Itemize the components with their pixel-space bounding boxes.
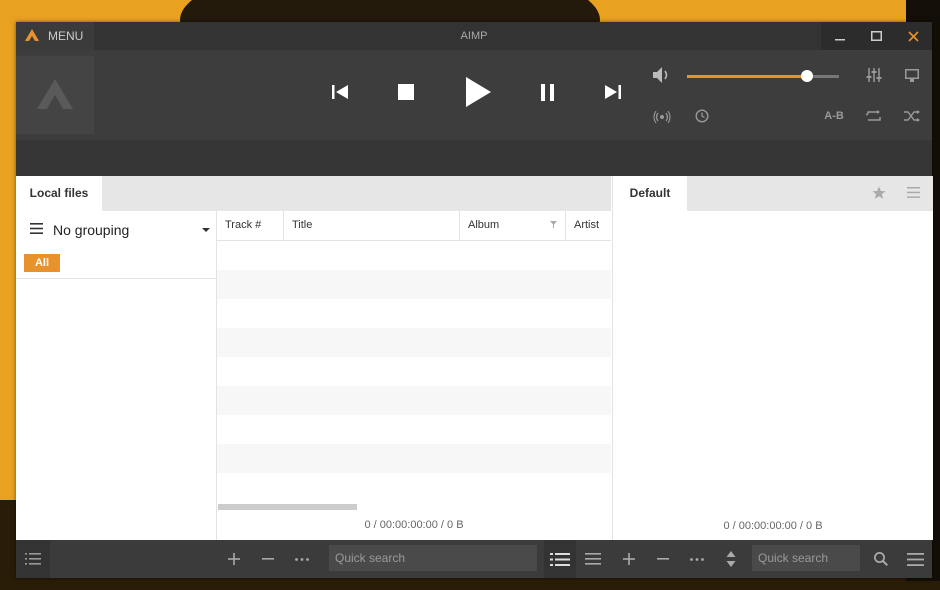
menu-label: MENU: [48, 29, 84, 43]
divider: [16, 278, 216, 279]
sort-icon[interactable]: [721, 540, 741, 578]
title-bar: MENU AIMP: [16, 22, 932, 50]
all-filter-button[interactable]: All: [24, 254, 60, 272]
window-title: AIMP: [460, 30, 488, 42]
table-row: [217, 299, 611, 328]
player-panel: MENU AIMP A-B: [16, 22, 932, 176]
chevron-down-icon: [202, 228, 210, 232]
aimp-window: MENU AIMP A-B Local files No grouping Al…: [16, 22, 933, 578]
more-options-button[interactable]: [292, 540, 312, 578]
tab-default-playlist[interactable]: Default: [613, 176, 687, 211]
volume-knob[interactable]: [801, 70, 814, 82]
aimp-logo-icon: [24, 28, 40, 45]
tab-local-files[interactable]: Local files: [16, 176, 102, 211]
track-list[interactable]: Track # Title Album Artist 0 / 00:00:00:…: [217, 211, 611, 540]
visualization-bar: [16, 140, 932, 176]
radio-stream-button[interactable]: [652, 109, 672, 125]
table-row: [217, 357, 611, 386]
hamburger-icon: [30, 223, 43, 237]
window-controls: [821, 22, 932, 50]
search-icon[interactable]: [871, 540, 891, 578]
grouping-dropdown[interactable]: No grouping: [30, 219, 216, 241]
transport-controls: [328, 72, 628, 112]
star-icon[interactable]: [872, 186, 886, 203]
table-row: [217, 415, 611, 444]
hamburger-icon[interactable]: [907, 187, 920, 201]
grouping-label: No grouping: [53, 222, 130, 238]
track-rows: [217, 241, 611, 473]
equalizer-button[interactable]: [864, 67, 884, 83]
table-row: [217, 444, 611, 473]
playlist-menu-button[interactable]: [904, 540, 926, 578]
column-artist[interactable]: Artist: [566, 211, 611, 240]
library-search-input[interactable]: [329, 545, 537, 571]
bottom-toolbar: [16, 540, 932, 578]
library-tabstrip: Local files: [16, 176, 611, 211]
table-row: [217, 270, 611, 299]
aimp-logo-icon: [35, 77, 75, 114]
volume-icon[interactable]: [652, 66, 672, 87]
timer-icon[interactable]: [692, 108, 712, 124]
pause-button[interactable]: [536, 82, 560, 102]
playlist-tabstrip: Default: [613, 176, 933, 211]
playlist-add-button[interactable]: [619, 540, 639, 578]
playlist-pane: Default 0 / 00:00:00:00 / 0 B: [612, 176, 933, 540]
volume-fill: [687, 75, 808, 78]
playlist-toggle-button[interactable]: [16, 540, 50, 578]
column-album[interactable]: Album: [460, 211, 566, 240]
repeat-icon[interactable]: [864, 108, 884, 124]
playlist-search-input[interactable]: [752, 545, 860, 571]
play-button[interactable]: [462, 75, 494, 109]
stop-button[interactable]: [394, 82, 418, 102]
album-cover[interactable]: [16, 56, 94, 134]
grouping-panel: No grouping All: [16, 211, 217, 540]
minimize-button[interactable]: [821, 22, 858, 50]
view-mode-compact-button[interactable]: [582, 540, 604, 578]
maximize-button[interactable]: [858, 22, 895, 50]
playlist-more-button[interactable]: [687, 540, 707, 578]
table-row: [217, 241, 611, 270]
volume-slider[interactable]: [687, 70, 839, 82]
visualization-button[interactable]: [902, 67, 922, 83]
playlist-stats: 0 / 00:00:00:00 / 0 B: [723, 520, 823, 532]
table-row: [217, 328, 611, 357]
next-button[interactable]: [601, 82, 625, 102]
previous-button[interactable]: [328, 82, 352, 102]
menu-button[interactable]: MENU: [16, 22, 94, 50]
track-list-header: Track # Title Album Artist: [217, 211, 611, 241]
table-row: [217, 386, 611, 415]
filter-icon[interactable]: [550, 211, 557, 240]
shuffle-icon[interactable]: [902, 108, 922, 124]
column-album-label: Album: [468, 219, 500, 231]
horizontal-scrollbar[interactable]: [218, 504, 357, 510]
ab-repeat-button[interactable]: A-B: [820, 108, 848, 124]
library-pane: Local files No grouping All Track # Titl…: [16, 176, 611, 540]
library-stats: 0 / 00:00:00:00 / 0 B: [364, 519, 464, 531]
column-title[interactable]: Title: [284, 211, 460, 240]
view-mode-list-button[interactable]: [544, 540, 576, 578]
playlist-remove-button[interactable]: [653, 540, 673, 578]
column-track-number[interactable]: Track #: [217, 211, 284, 240]
close-button[interactable]: [895, 22, 932, 50]
add-button[interactable]: [224, 540, 244, 578]
remove-button[interactable]: [258, 540, 278, 578]
